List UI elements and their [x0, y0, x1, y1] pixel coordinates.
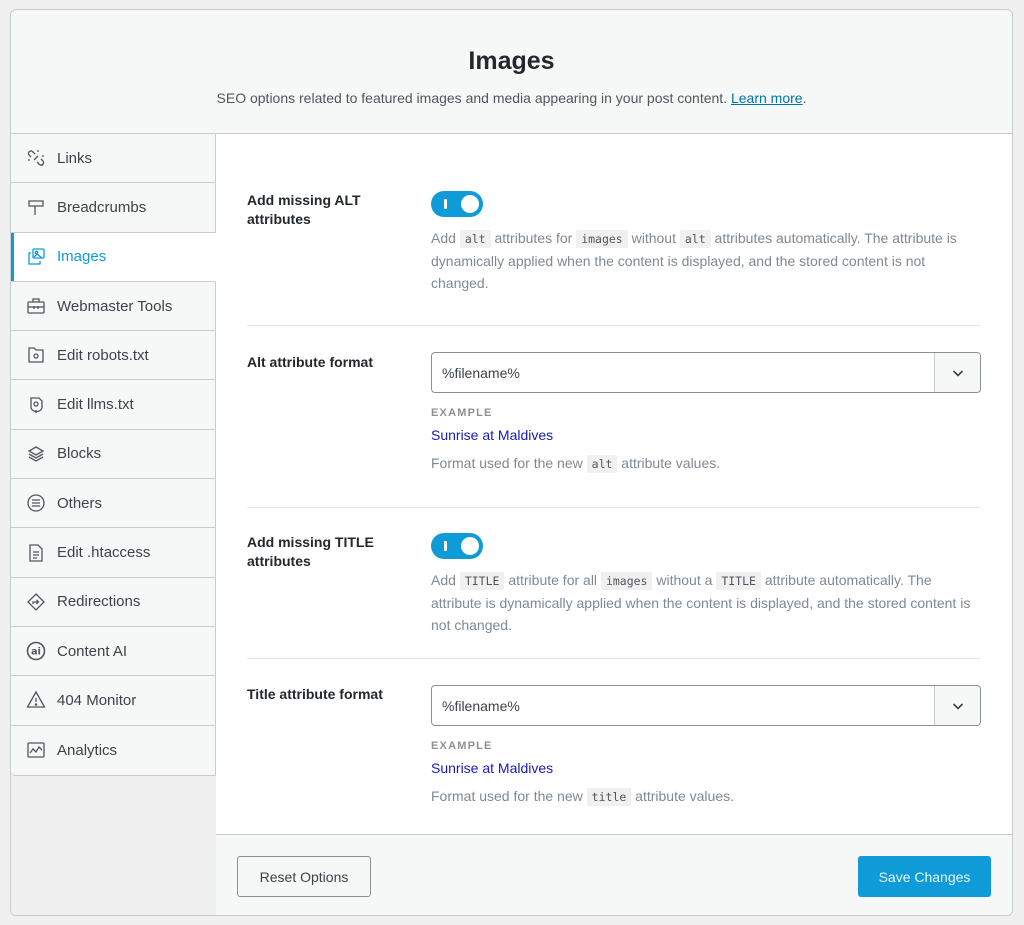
- sidebar: Links Breadcrumbs Images Webmaster Tools: [11, 134, 216, 915]
- sidebar-item-label: Redirections: [57, 593, 141, 611]
- alt-toggle-row: Add missing ALT attributes Add alt attri…: [247, 134, 980, 326]
- sidebar-item-label: Edit .htaccess: [57, 544, 151, 562]
- sidebar-item-label: Images: [57, 248, 107, 266]
- sidebar-nav: Links Breadcrumbs Images Webmaster Tools: [11, 134, 216, 776]
- llms-file-icon: [25, 394, 47, 416]
- title-toggle-description: Add TITLE attribute for all images witho…: [431, 572, 971, 633]
- sidebar-item-webmaster-tools[interactable]: Webmaster Tools: [11, 282, 215, 332]
- alt-format-description: Format used for the new alt attribute va…: [431, 455, 721, 473]
- content-ai-icon: ai: [25, 640, 47, 662]
- sidebar-item-label: Analytics: [57, 741, 118, 759]
- sidebar-item-label: Others: [57, 494, 103, 512]
- sidebar-item-label: Links: [57, 149, 93, 167]
- title-toggle-label: Add missing TITLE attributes: [247, 534, 374, 569]
- alt-example-label: EXAMPLE: [431, 407, 493, 419]
- sidebar-item-edit-llms[interactable]: Edit llms.txt: [11, 380, 215, 430]
- sidebar-item-edit-htaccess[interactable]: Edit .htaccess: [11, 528, 215, 578]
- sidebar-item-label: Edit robots.txt: [57, 346, 149, 364]
- settings-content: Add missing ALT attributes Add alt attri…: [216, 134, 1012, 834]
- sidebar-item-label: Edit llms.txt: [57, 396, 134, 414]
- alt-format-row: Alt attribute format %filename% EXAMPLE …: [247, 326, 981, 508]
- title-format-label: Title attribute format: [247, 686, 383, 702]
- sidebar-item-content-ai[interactable]: ai Content AI: [11, 627, 215, 677]
- alt-toggle-switch[interactable]: [431, 191, 483, 217]
- sidebar-item-404-monitor[interactable]: 404 Monitor: [11, 676, 215, 726]
- title-toggle-switch[interactable]: [431, 533, 483, 559]
- svg-text:ai: ai: [31, 647, 41, 658]
- sidebar-item-label: Breadcrumbs: [57, 198, 147, 216]
- alt-example-value: Sunrise at Maldives: [431, 427, 554, 443]
- page-description: SEO options related to featured images a…: [216, 90, 807, 106]
- chevron-down-icon: [934, 686, 980, 725]
- links-icon: [25, 147, 47, 169]
- title-format-description: Format used for the new title attribute …: [431, 788, 734, 806]
- alt-format-value: %filename%: [442, 364, 520, 381]
- alt-format-select[interactable]: %filename%: [431, 352, 981, 393]
- page-title: Images: [468, 47, 555, 75]
- title-format-row: Title attribute format %filename% EXAMPL…: [247, 659, 981, 834]
- sidebar-item-label: Content AI: [57, 642, 128, 660]
- alt-format-label: Alt attribute format: [247, 354, 373, 370]
- title-format-value: %filename%: [442, 697, 520, 714]
- sidebar-item-images[interactable]: Images: [11, 232, 216, 282]
- toolbox-icon: [25, 295, 47, 317]
- redirect-icon: [25, 591, 47, 613]
- list-circle-icon: [25, 492, 47, 514]
- title-example-label: EXAMPLE: [431, 740, 493, 752]
- analytics-icon: [25, 739, 47, 761]
- sidebar-item-label: Blocks: [57, 445, 102, 463]
- reset-options-button[interactable]: Reset Options: [237, 856, 371, 897]
- sidebar-item-edit-robots[interactable]: Edit robots.txt: [11, 331, 215, 381]
- sidebar-item-analytics[interactable]: Analytics: [11, 726, 215, 775]
- title-toggle-row: Add missing TITLE attributes Add TITLE a…: [247, 508, 980, 659]
- sidebar-item-label: 404 Monitor: [57, 691, 137, 709]
- blocks-icon: [25, 443, 47, 465]
- learn-more-link[interactable]: Learn more: [731, 90, 803, 106]
- sidebar-item-breadcrumbs[interactable]: Breadcrumbs: [11, 183, 215, 233]
- settings-panel: Images SEO options related to featured i…: [10, 9, 1013, 916]
- signpost-icon: [25, 196, 47, 218]
- chevron-down-icon: [934, 353, 980, 392]
- sidebar-item-redirections[interactable]: Redirections: [11, 578, 215, 627]
- save-changes-button[interactable]: Save Changes: [858, 856, 991, 897]
- page-header: Images SEO options related to featured i…: [11, 10, 1012, 134]
- alt-toggle-description: Add alt attributes for images without al…: [431, 230, 957, 291]
- sidebar-item-label: Webmaster Tools: [57, 297, 173, 315]
- htaccess-file-icon: [25, 542, 47, 564]
- robots-file-icon: [25, 344, 47, 366]
- alt-toggle-label: Add missing ALT attributes: [247, 192, 361, 227]
- sidebar-item-blocks[interactable]: Blocks: [11, 430, 215, 480]
- sidebar-item-others[interactable]: Others: [11, 479, 215, 529]
- title-example-value: Sunrise at Maldives: [431, 760, 554, 776]
- sidebar-item-links[interactable]: Links: [11, 134, 215, 184]
- warning-icon: [25, 689, 47, 711]
- images-icon: [25, 246, 47, 268]
- title-format-select[interactable]: %filename%: [431, 685, 981, 726]
- settings-footer: Reset Options Save Changes: [216, 834, 1012, 915]
